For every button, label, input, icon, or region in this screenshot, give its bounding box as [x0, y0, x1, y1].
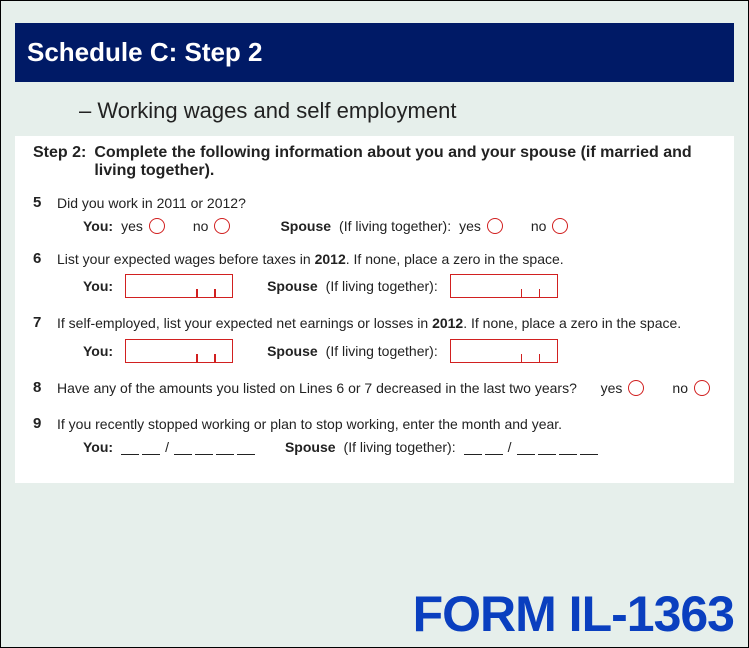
- you-label: You:: [83, 218, 113, 234]
- q5-spouse-yes-radio[interactable]: [487, 218, 503, 234]
- question-5: 5 Did you work in 2011 or 2012?: [33, 194, 716, 212]
- q8-yes-radio[interactable]: [628, 380, 644, 396]
- spouse-paren: (If living together):: [326, 343, 438, 359]
- question-7: 7 If self-employed, list your expected n…: [33, 314, 716, 332]
- spouse-label: Spouse: [285, 439, 336, 455]
- q5-number: 5: [33, 194, 47, 211]
- form-id-footer: FORM IL-1363: [413, 585, 734, 643]
- spouse-paren: (If living together):: [326, 278, 438, 294]
- q8-number: 8: [33, 379, 47, 396]
- q7-number: 7: [33, 314, 47, 331]
- you-label: You:: [83, 278, 113, 294]
- spouse-label: Spouse: [267, 278, 318, 294]
- you-label: You:: [83, 343, 113, 359]
- no-label: no: [531, 218, 547, 234]
- form-panel: Step 2: Complete the following informati…: [15, 136, 734, 483]
- q9-you-date[interactable]: /: [121, 439, 255, 455]
- q8-no-radio[interactable]: [694, 380, 710, 396]
- spouse-paren: (If living together):: [344, 439, 456, 455]
- q7-text: If self-employed, list your expected net…: [57, 314, 716, 332]
- q7-answers: You: Spouse (If living together):: [83, 339, 716, 363]
- q9-text: If you recently stopped working or plan …: [57, 415, 716, 433]
- q9-number: 9: [33, 415, 47, 432]
- yes-label: yes: [121, 218, 143, 234]
- spouse-label: Spouse: [280, 218, 331, 234]
- question-9: 9 If you recently stopped working or pla…: [33, 415, 716, 433]
- q7-you-input[interactable]: [125, 339, 233, 363]
- spouse-paren: (If living together):: [339, 218, 451, 234]
- page-subtitle: – Working wages and self employment: [79, 98, 748, 124]
- no-label: no: [672, 380, 688, 396]
- q8-text: Have any of the amounts you listed on Li…: [57, 379, 579, 397]
- question-8: 8 Have any of the amounts you listed on …: [33, 379, 716, 397]
- step-instruction: Complete the following information about…: [94, 144, 716, 180]
- q5-spouse-no-radio[interactable]: [552, 218, 568, 234]
- q5-answers: You: yes no Spouse (If living together):…: [83, 218, 716, 234]
- q5-you-no-radio[interactable]: [214, 218, 230, 234]
- page-title: Schedule C: Step 2: [27, 37, 722, 68]
- step-label: Step 2:: [33, 144, 86, 180]
- yes-label: yes: [601, 380, 623, 396]
- question-6: 6 List your expected wages before taxes …: [33, 250, 716, 268]
- yes-label: yes: [459, 218, 481, 234]
- you-label: You:: [83, 439, 113, 455]
- step-header: Step 2: Complete the following informati…: [33, 144, 716, 180]
- q9-answers: You: / Spouse (If living together): /: [83, 439, 716, 455]
- q6-you-input[interactable]: [125, 274, 233, 298]
- no-label: no: [193, 218, 209, 234]
- q6-spouse-input[interactable]: [450, 274, 558, 298]
- q7-spouse-input[interactable]: [450, 339, 558, 363]
- q5-text: Did you work in 2011 or 2012?: [57, 194, 716, 212]
- q6-answers: You: Spouse (If living together):: [83, 274, 716, 298]
- title-bar: Schedule C: Step 2: [15, 23, 734, 82]
- q6-number: 6: [33, 250, 47, 267]
- q6-text: List your expected wages before taxes in…: [57, 250, 716, 268]
- spouse-label: Spouse: [267, 343, 318, 359]
- q9-spouse-date[interactable]: /: [464, 439, 598, 455]
- q5-you-yes-radio[interactable]: [149, 218, 165, 234]
